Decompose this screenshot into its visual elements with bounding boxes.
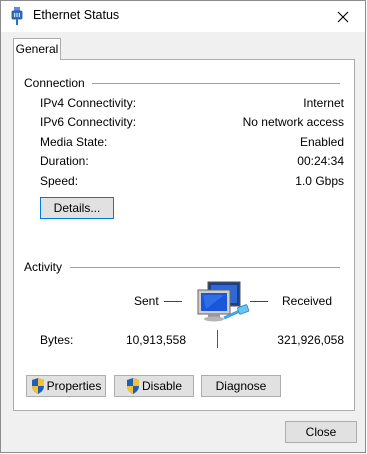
uac-shield-icon: [126, 378, 139, 394]
close-button[interactable]: Close: [285, 421, 357, 443]
properties-button[interactable]: Properties: [26, 375, 106, 397]
received-dash: [250, 301, 268, 302]
connection-divider: [92, 83, 340, 84]
close-window-button[interactable]: [321, 1, 365, 32]
properties-button-label: Properties: [46, 379, 102, 393]
window-title: Ethernet Status: [33, 8, 120, 22]
ethernet-status-window: Ethernet Status General Connection IPv4 …: [0, 0, 366, 453]
connection-header: Connection: [24, 76, 85, 90]
network-computers-icon: [197, 281, 250, 322]
media-state-value: Enabled: [299, 135, 344, 149]
ipv6-value: No network access: [242, 115, 344, 129]
speed-label: Speed:: [40, 174, 79, 188]
bytes-sent-value: 10,913,558: [125, 333, 186, 347]
disable-button-label: Disable: [141, 379, 183, 393]
speed-value: 1.0 Gbps: [295, 174, 344, 188]
tab-general[interactable]: General: [13, 38, 61, 60]
title-bar[interactable]: Ethernet Status: [1, 1, 365, 32]
sent-dash: [164, 301, 182, 302]
activity-divider: [70, 267, 340, 268]
details-button[interactable]: Details...: [40, 197, 114, 219]
diagnose-button[interactable]: Diagnose: [201, 375, 281, 397]
received-label: Received: [282, 294, 333, 308]
general-tab-panel: Connection IPv4 Connectivity: Internet I…: [13, 59, 355, 411]
disable-button[interactable]: Disable: [114, 375, 194, 397]
duration-value: 00:24:34: [297, 154, 344, 168]
ipv6-label: IPv6 Connectivity:: [40, 115, 137, 129]
uac-shield-icon: [31, 378, 44, 394]
bytes-label: Bytes:: [40, 333, 74, 347]
media-state-label: Media State:: [40, 135, 108, 149]
activity-divider-bar: [217, 330, 218, 348]
network-adapter-icon: [11, 7, 23, 25]
ipv4-label: IPv4 Connectivity:: [40, 96, 137, 110]
close-icon: [337, 11, 349, 22]
ipv4-value: Internet: [303, 96, 344, 110]
duration-label: Duration:: [40, 154, 89, 168]
bytes-received-value: 321,926,058: [277, 333, 344, 347]
activity-header: Activity: [24, 260, 63, 274]
sent-label: Sent: [134, 294, 159, 308]
